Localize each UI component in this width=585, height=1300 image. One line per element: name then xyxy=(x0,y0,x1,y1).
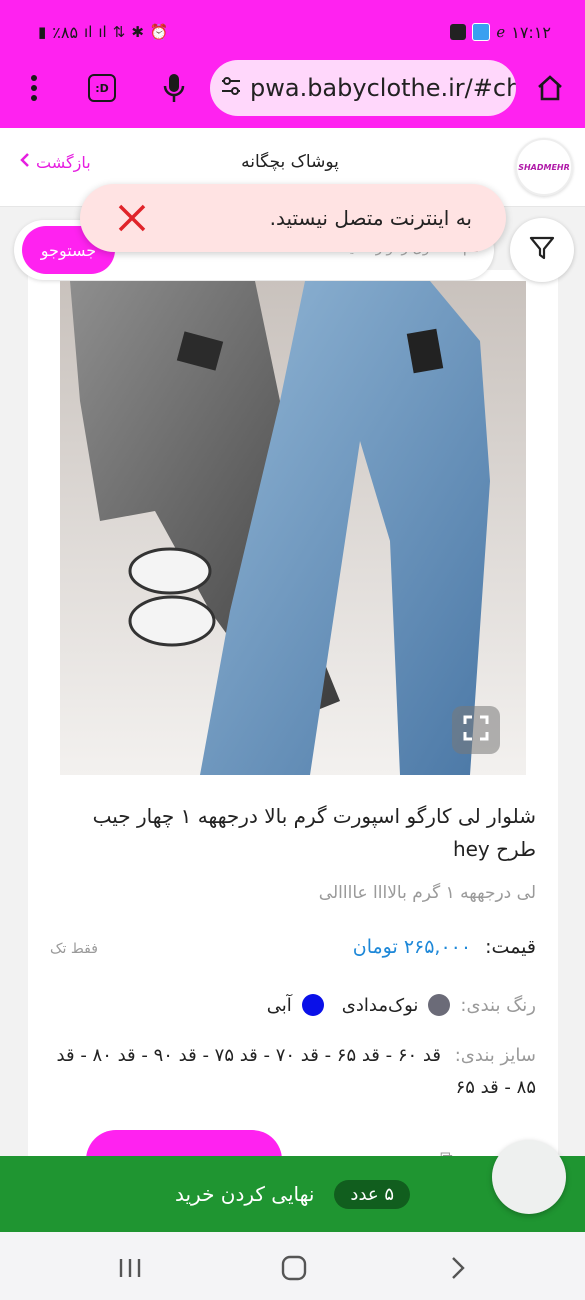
colors-label: رنگ بندی: xyxy=(460,994,536,1016)
data-icon: ⇅ xyxy=(112,22,126,41)
color-name-gray: نوک‌مدادی xyxy=(341,994,419,1016)
logo-text: SHADMEHR xyxy=(518,162,570,172)
offline-toast: به اینترنت متصل نیستید. xyxy=(80,184,506,252)
status-time: ۱۷:۱۲ xyxy=(511,22,551,42)
product-subtitle: لی درجههه ۱ گرم بالاااا عاااالی xyxy=(318,883,536,903)
sizes-row: سایز بندی: قد ۶۰ - قد ۶۵ - قد ۷۰ - قد ۷۵… xyxy=(40,1040,536,1104)
signal-icon-2: ıl xyxy=(98,22,107,41)
alarm-icon: ⏰ xyxy=(149,22,169,41)
color-swatch-gray[interactable] xyxy=(428,994,451,1016)
url-text: pwa.babyclothe.ir/#cha xyxy=(250,74,516,102)
fullscreen-icon xyxy=(463,715,489,745)
battery-icon: ▮ xyxy=(38,22,47,41)
tab-switcher-button[interactable]: :D xyxy=(82,68,122,108)
filter-icon xyxy=(528,234,556,266)
battery-level: ٪۸۵ xyxy=(52,22,79,42)
site-logo[interactable]: SHADMEHR xyxy=(515,138,573,196)
toast-message: به اینترنت متصل نیستید. xyxy=(269,206,472,230)
home-nav-icon[interactable] xyxy=(272,1248,316,1288)
back-label: بازگشت xyxy=(36,152,91,172)
back-nav-icon[interactable] xyxy=(436,1248,480,1288)
cart-count-badge: ۵ عدد xyxy=(334,1179,411,1209)
color-name-blue: آبی xyxy=(266,994,292,1016)
status-bar-left: ▮ ٪۸۵ ıl ıl ⇅ ✱ ⏰ xyxy=(38,18,169,46)
notification-icon xyxy=(450,24,467,40)
page-title: پوشاک بچگانه xyxy=(241,152,339,172)
product-title: شلوار لی کارگو اسپورت گرم بالا درجههه ۱ … xyxy=(92,804,536,861)
price-row: قیمت: ۲۶۵,۰۰۰ تومان xyxy=(60,936,536,958)
floating-action-button[interactable] xyxy=(492,1140,566,1214)
address-bar[interactable]: pwa.babyclothe.ir/#cha xyxy=(210,60,516,116)
product-image[interactable] xyxy=(60,281,526,775)
filter-button[interactable] xyxy=(510,218,574,282)
colors-row: رنگ بندی: نوک‌مدادی آبی xyxy=(60,994,536,1016)
more-vert-icon[interactable] xyxy=(14,68,54,108)
only-single-label: فقط تک xyxy=(50,941,98,957)
back-button[interactable]: بازگشت xyxy=(20,152,91,172)
tune-icon[interactable] xyxy=(220,76,242,101)
tab-count: :D xyxy=(88,74,116,102)
home-icon[interactable] xyxy=(530,68,570,108)
color-swatch-blue[interactable] xyxy=(301,994,324,1016)
signal-icon: ıl xyxy=(84,22,93,41)
price-label: قیمت: xyxy=(485,936,536,958)
recent-apps-icon[interactable] xyxy=(108,1248,152,1288)
edge-notification-icon: ℯ xyxy=(496,22,506,41)
sizes-label: سایز بندی: xyxy=(454,1045,536,1066)
mic-icon[interactable] xyxy=(154,68,194,108)
bluetooth-icon: ✱ xyxy=(131,22,144,41)
chevron-left-icon xyxy=(20,152,30,172)
status-bar-right: ℯ ۱۷:۱۲ xyxy=(450,18,551,46)
close-icon[interactable] xyxy=(110,196,154,240)
checkout-label: نهایی کردن خرید xyxy=(174,1182,315,1206)
price-value: ۲۶۵,۰۰۰ تومان xyxy=(352,936,472,958)
app-notification-icon xyxy=(472,23,491,41)
fullscreen-button[interactable] xyxy=(452,706,500,754)
